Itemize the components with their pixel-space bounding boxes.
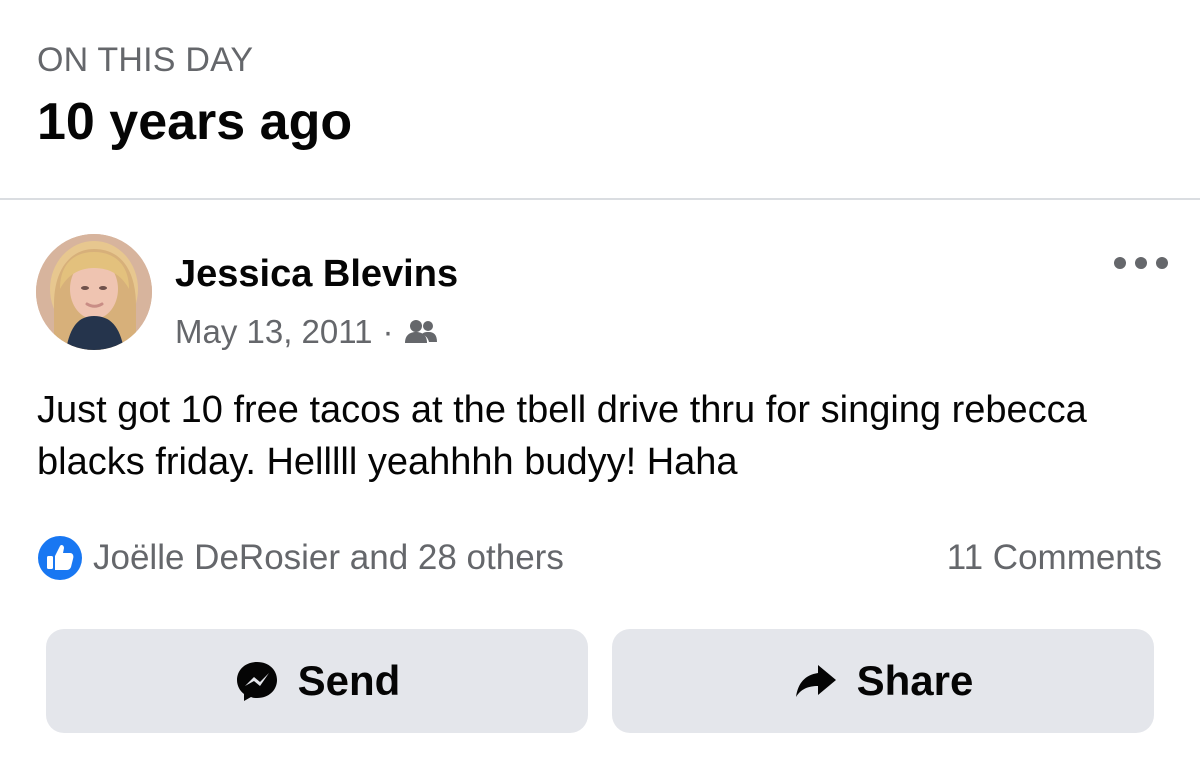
- header-divider: [0, 198, 1200, 200]
- send-button[interactable]: Send: [46, 629, 588, 733]
- reactions-text: Joëlle DeRosier and 28 others: [93, 538, 564, 577]
- more-options-icon: [1135, 257, 1147, 269]
- share-button[interactable]: Share: [612, 629, 1154, 733]
- reactions-summary[interactable]: Joëlle DeRosier and 28 others: [37, 534, 564, 582]
- author-avatar[interactable]: [36, 234, 152, 350]
- meta-separator: ·: [382, 313, 394, 350]
- share-label: Share: [856, 657, 974, 704]
- send-label: Send: [297, 657, 401, 704]
- messenger-icon: [236, 662, 277, 701]
- memory-eyebrow: ON THIS DAY: [37, 41, 254, 79]
- more-options-icon: [1114, 257, 1126, 269]
- post-text: Just got 10 free tacos at the tbell driv…: [37, 389, 1087, 483]
- memory-headline: 10 years ago: [37, 93, 353, 151]
- post-meta: May 13, 2011 ·: [175, 310, 438, 354]
- friends-icon[interactable]: [404, 317, 438, 347]
- share-arrow-icon: [795, 665, 836, 697]
- avatar-photo: [36, 234, 152, 350]
- like-reaction-icon: [38, 536, 82, 580]
- more-options-button[interactable]: [1114, 246, 1168, 280]
- memory-header: ON THIS DAY 10 years ago: [0, 0, 1200, 198]
- post-date[interactable]: May 13, 2011: [175, 310, 373, 354]
- comments-count[interactable]: 11 Comments: [947, 534, 1162, 582]
- more-options-icon: [1156, 257, 1168, 269]
- author-name[interactable]: Jessica Blevins: [175, 252, 458, 296]
